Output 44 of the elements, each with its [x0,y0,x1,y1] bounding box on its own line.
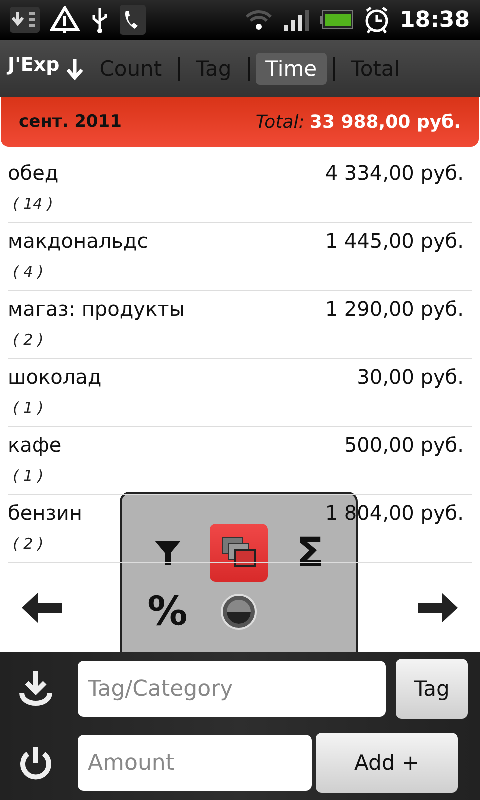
total-label: Total: [256,112,305,132]
expense-count: ( 1 ) [13,467,44,485]
expense-count: ( 14 ) [13,195,54,213]
download-icon [10,7,40,33]
expense-name: кафе [8,433,63,459]
power-icon[interactable] [18,744,54,782]
expense-count: ( 2 ) [13,331,44,349]
add-button[interactable]: Add + [316,733,458,793]
download-icon[interactable] [18,669,54,709]
dial-icon [218,592,259,632]
amount-field[interactable]: Amount [78,735,312,791]
expense-amount: 30,00 руб. [357,365,464,391]
expense-count: ( 1 ) [13,399,44,417]
status-time: 18:38 [400,8,470,32]
expense-count: ( 2 ) [13,535,44,553]
phone-icon [120,5,146,35]
popup-item[interactable]: % [138,583,197,641]
right-arrow-icon[interactable] [416,590,460,624]
battery-icon [320,10,354,30]
warning-icon [50,6,80,34]
tag-button[interactable]: Tag [396,659,468,719]
tag-field[interactable]: Tag/Category [78,661,386,717]
tab[interactable]: Time [256,52,328,84]
left-arrow-icon[interactable] [20,590,64,624]
expense-count: ( 4 ) [13,263,44,281]
total-value: 33 988,00 руб. [310,112,461,132]
period-label: сент. 2011 [19,112,122,132]
popup-item[interactable] [210,524,268,582]
expense-name: бензин [8,501,84,527]
expense-name: обед [8,161,60,187]
expense-amount: 1 290,00 руб. [325,297,464,323]
signal-icon [284,9,310,31]
expense-amount: 500,00 руб. [344,433,464,459]
windows-icon [220,536,257,570]
expense-amount: 4 334,00 руб. [325,161,464,187]
expense-name: макдональдс [8,229,150,255]
expense-amount: 1 445,00 руб. [325,229,464,255]
alarm-icon [364,6,390,34]
wifi-icon [244,8,274,32]
expense-name: шоколад [8,365,103,391]
app-title: J'Exp [8,54,60,76]
down-arrow-icon[interactable] [66,56,84,80]
expense-name: магаз: продукты [8,297,186,323]
usb-icon [90,6,110,34]
